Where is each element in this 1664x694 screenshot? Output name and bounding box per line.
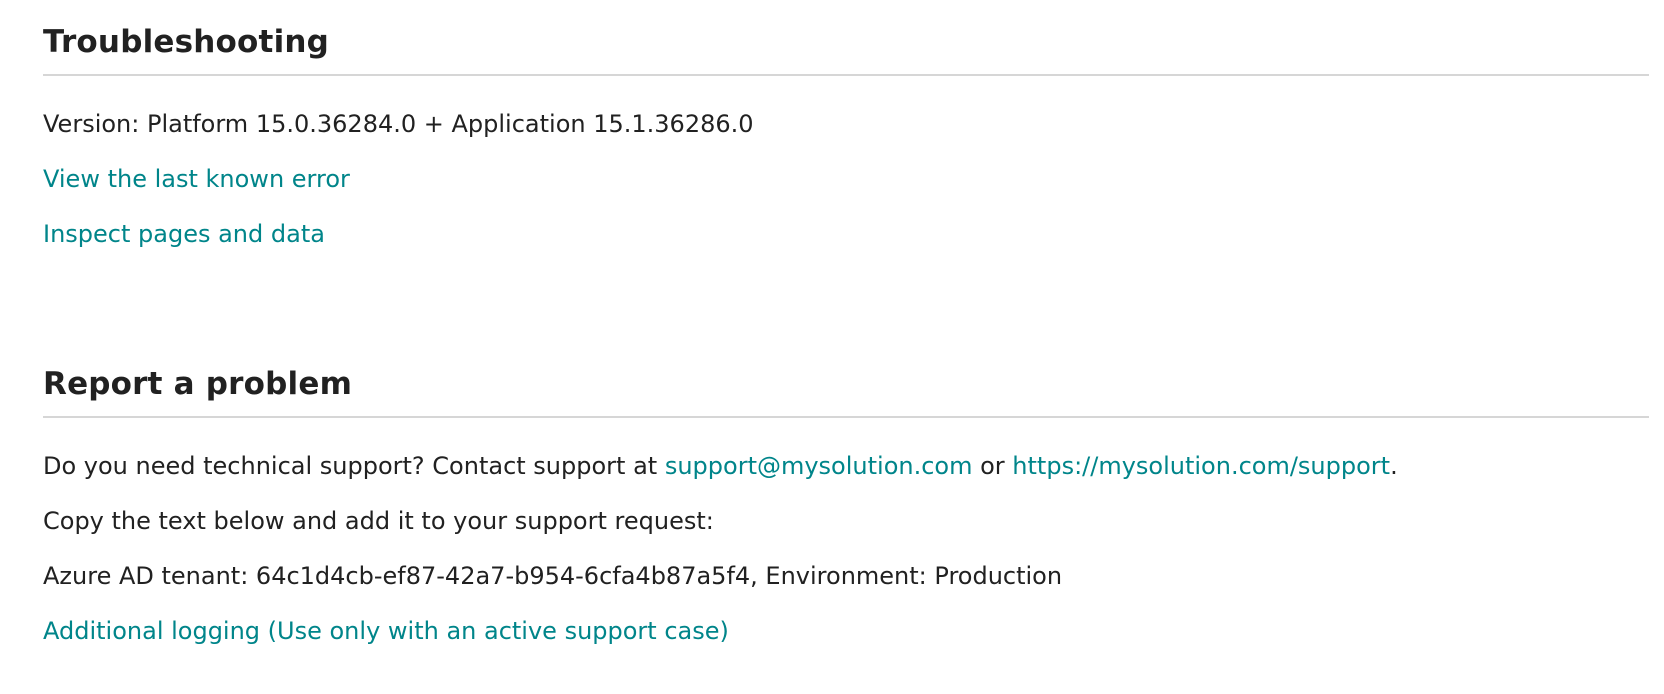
view-last-error-link[interactable]: View the last known error <box>43 164 350 194</box>
support-prefix-text: Do you need technical support? Contact s… <box>43 451 665 480</box>
logging-row: Additional logging (Use only with an act… <box>43 603 1649 658</box>
version-row: Version: Platform 15.0.36284.0 + Applica… <box>43 96 1649 151</box>
inspect-pages-link[interactable]: Inspect pages and data <box>43 219 325 249</box>
support-row: Do you need technical support? Contact s… <box>43 438 1649 493</box>
copy-instruction-text: Copy the text below and add it to your s… <box>43 506 714 535</box>
support-email-link[interactable]: support@mysolution.com <box>665 451 973 481</box>
page: Troubleshooting Version: Platform 15.0.3… <box>0 0 1664 694</box>
support-suffix-text: . <box>1390 451 1398 480</box>
tenant-info-text: Azure AD tenant: 64c1d4cb-ef87-42a7-b954… <box>43 561 1063 590</box>
version-text: Version: Platform 15.0.36284.0 + Applica… <box>43 109 754 138</box>
troubleshooting-section: Troubleshooting Version: Platform 15.0.3… <box>43 20 1649 261</box>
copy-instruction-row: Copy the text below and add it to your s… <box>43 493 1649 548</box>
additional-logging-link[interactable]: Additional logging (Use only with an act… <box>43 616 729 646</box>
support-or-text: or <box>972 451 1013 480</box>
support-url-link[interactable]: https://mysolution.com/support <box>1012 451 1390 481</box>
report-problem-heading: Report a problem <box>43 362 1649 418</box>
report-problem-section: Report a problem Do you need technical s… <box>43 362 1649 658</box>
inspect-row: Inspect pages and data <box>43 206 1649 261</box>
troubleshooting-heading: Troubleshooting <box>43 20 1649 76</box>
tenant-info-row: Azure AD tenant: 64c1d4cb-ef87-42a7-b954… <box>43 548 1649 603</box>
view-error-row: View the last known error <box>43 151 1649 206</box>
